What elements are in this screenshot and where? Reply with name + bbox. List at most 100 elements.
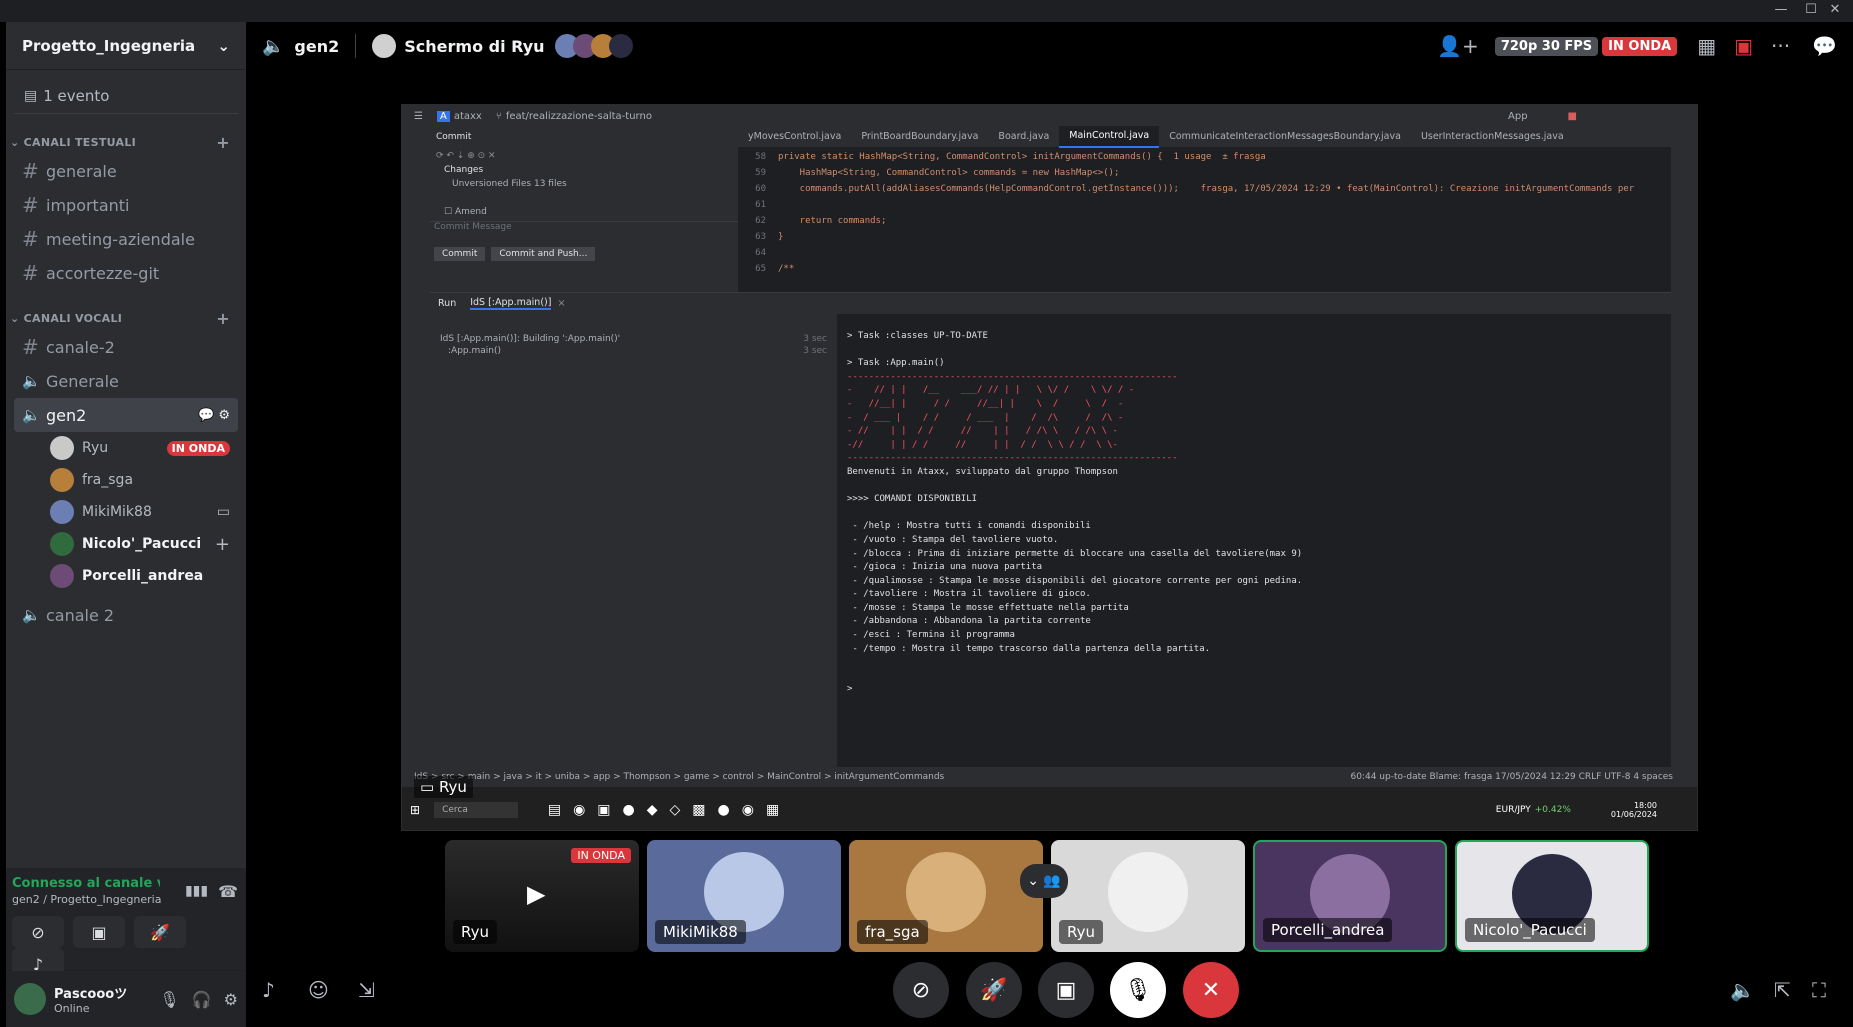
amend-checkbox[interactable]: ☐ Amend [430,207,738,221]
tree-row[interactable]: IdS [:App.main()]: Building ':App.main()… [430,334,837,344]
taskbar-apps[interactable]: ▤◉▣●◆◇▩●◉▦ [548,802,791,818]
popout-window-icon[interactable]: ⇱ [1774,978,1791,1002]
participant-name: Nicolo'_Pacucci [1465,918,1595,942]
code-editor[interactable]: yMovesControl.java PrintBoardBoundary.jav… [738,126,1671,292]
emoji-icon[interactable]: ☺ [308,978,329,1002]
console-head: > Task :classes UP-TO-DATE > Task :App.m… [847,331,988,369]
avatar [1108,852,1188,932]
chat-icon[interactable]: 💬 [198,408,218,423]
add-channel-icon[interactable]: + [216,133,230,152]
more-icon[interactable]: ··· [1771,34,1790,58]
voice-channel-gen2[interactable]: 🔈 gen2 💬 ⚙ [14,398,238,432]
commit-button[interactable]: Commit [434,247,486,261]
changes-label[interactable]: Changes [430,165,738,179]
branch-name[interactable]: feat/realizzazione-salta-turno [506,111,652,122]
volume-icon[interactable]: 🔈 [1730,978,1755,1002]
windows-icon[interactable]: ⊞ [410,803,420,817]
participant-tile[interactable]: Porcelli_andrea [1253,840,1447,952]
console-output[interactable]: > Task :classes UP-TO-DATE > Task :App.m… [837,314,1671,767]
channel-canale-2[interactable]: # canale-2 [14,330,238,364]
voice-user[interactable]: Porcelli_andrea [50,560,246,592]
disconnect-button[interactable]: ✕ [1183,962,1239,1018]
window-titlebar: — ☐ ✕ [0,0,1853,22]
commit-push-button[interactable]: Commit and Push... [491,247,596,261]
code-line: 63} [755,232,784,242]
stop-icon[interactable]: ■ [1568,111,1577,122]
gear-icon[interactable]: ⚙ [218,408,230,423]
hash-icon: # [22,227,39,251]
commit-title: Commit [436,132,472,142]
voice-user[interactable]: MikiMik88 ▭ [50,496,246,528]
channel-label: gen2 [46,405,87,425]
console-body: Benvenuti in Ataxx, sviluppato dal grupp… [847,466,1303,695]
signal-icon[interactable]: ▮▮▮ [185,883,208,899]
add-user-icon[interactable]: 👤+ [1437,34,1479,58]
avatar [50,468,74,492]
participant-tile[interactable]: IN ONDA ▶ Ryu [445,840,639,952]
editor-tab[interactable]: yMovesControl.java [738,127,851,147]
channel-importanti[interactable]: # importanti [14,188,238,222]
unversioned-files[interactable]: Unversioned Files 13 files [430,179,738,193]
gear-icon[interactable]: ⚙ [224,990,238,1009]
voice-user[interactable]: fra_sga [50,464,246,496]
microphone-icon[interactable]: 🎙 [159,990,179,1009]
popout-icon[interactable]: ⇲ [358,978,375,1002]
category-label: ⌄ CANALI VOCALI [10,311,123,325]
camera-button[interactable]: ⊘ [893,962,949,1018]
screen-share-view[interactable]: ☰ A ataxx ⑂ feat/realizzazione-salta-tur… [401,104,1698,831]
channel-accortezze-git[interactable]: # accortezze-git [14,256,238,290]
disconnect-icon[interactable]: ☎ [218,882,238,901]
microphone-button[interactable]: 🎙 [1110,962,1166,1018]
menu-icon[interactable]: ☰ [414,111,423,122]
activities-button[interactable]: 🚀 [134,916,187,948]
participant-tile[interactable]: Ryu [1051,840,1245,952]
soundboard-icon[interactable]: ♪ [262,978,275,1002]
grid-icon[interactable]: ▦ [1697,34,1716,58]
participant-tile[interactable]: Nicolo'_Pacucci [1455,840,1649,952]
run-tab[interactable]: Run [438,298,456,309]
commit-message-input[interactable]: Commit Message [430,221,738,239]
editor-tab[interactable]: Board.java [988,127,1059,147]
camera-toggle-button[interactable]: ⊘ [12,916,64,948]
run-config[interactable]: App [1508,111,1528,122]
stop-stream-icon[interactable]: ▣ [1734,34,1753,58]
hash-icon: # [22,159,39,183]
close-icon[interactable]: × [557,298,565,309]
editor-tab[interactable]: CommunicateInteractionMessagesBoundary.j… [1159,127,1411,147]
ide-status-bar: IdS > src > main > java > it > uniba > a… [402,767,1697,787]
server-header[interactable]: Progetto_Ingegneria ⌄ [6,22,246,70]
currency-widget: EUR/JPY [1495,804,1531,815]
tree-row[interactable]: :App.main() 3 sec [430,344,837,356]
project-name[interactable]: ataxx [454,111,482,122]
screen-share-button[interactable]: ▣ [1038,962,1094,1018]
fullscreen-icon[interactable]: ⛶ [1812,978,1826,1002]
participant-tile[interactable]: MikiMik88 [647,840,841,952]
voice-channels-category[interactable]: ⌄ CANALI VOCALI + [6,306,246,330]
voice-channel-generale[interactable]: 🔈 Generale [14,364,238,398]
participant-tile[interactable]: fra_sga [849,840,1043,952]
headphones-icon[interactable]: 🎧 [192,990,212,1009]
channel-meeting-aziendale[interactable]: # meeting-aziendale [14,222,238,256]
run-config-tab[interactable]: IdS [:App.main()] [470,297,552,310]
voice-user[interactable]: Ryu IN ONDA [50,432,246,464]
voice-channel-canale-2[interactable]: 🔈 canale 2 [14,598,238,632]
commit-panel: Commit ⟳ ↶ ⇣ ⊕ ⊙ ✕ Changes Unversioned F… [430,127,738,292]
avatar[interactable] [14,983,46,1015]
editor-tab[interactable]: UserInteractionMessages.java [1411,127,1574,147]
screen-share-button[interactable]: ▣ [73,916,126,948]
editor-tab[interactable]: PrintBoardBoundary.java [851,127,988,147]
collapse-participants-button[interactable]: ⌄ 👥 [1020,864,1068,898]
text-channels-category[interactable]: ⌄ CANALI TESTUALI + [6,130,246,154]
close-window-button[interactable]: ✕ [1817,0,1853,22]
activities-button[interactable]: 🚀 [966,962,1022,1018]
voice-user[interactable]: Nicolo'_Pacucci + [50,528,246,560]
channel-generale[interactable]: # generale [14,154,238,188]
taskbar-search[interactable]: Cerca [434,801,518,818]
add-icon[interactable]: + [215,534,230,555]
chat-icon[interactable]: 💬 [1812,34,1837,58]
live-badge: IN ONDA [166,440,230,456]
events-link[interactable]: ▤ 1 evento [14,78,238,114]
add-channel-icon[interactable]: + [216,309,230,328]
editor-tab[interactable]: MainControl.java [1059,126,1160,148]
viewer-avatars[interactable] [554,34,641,58]
